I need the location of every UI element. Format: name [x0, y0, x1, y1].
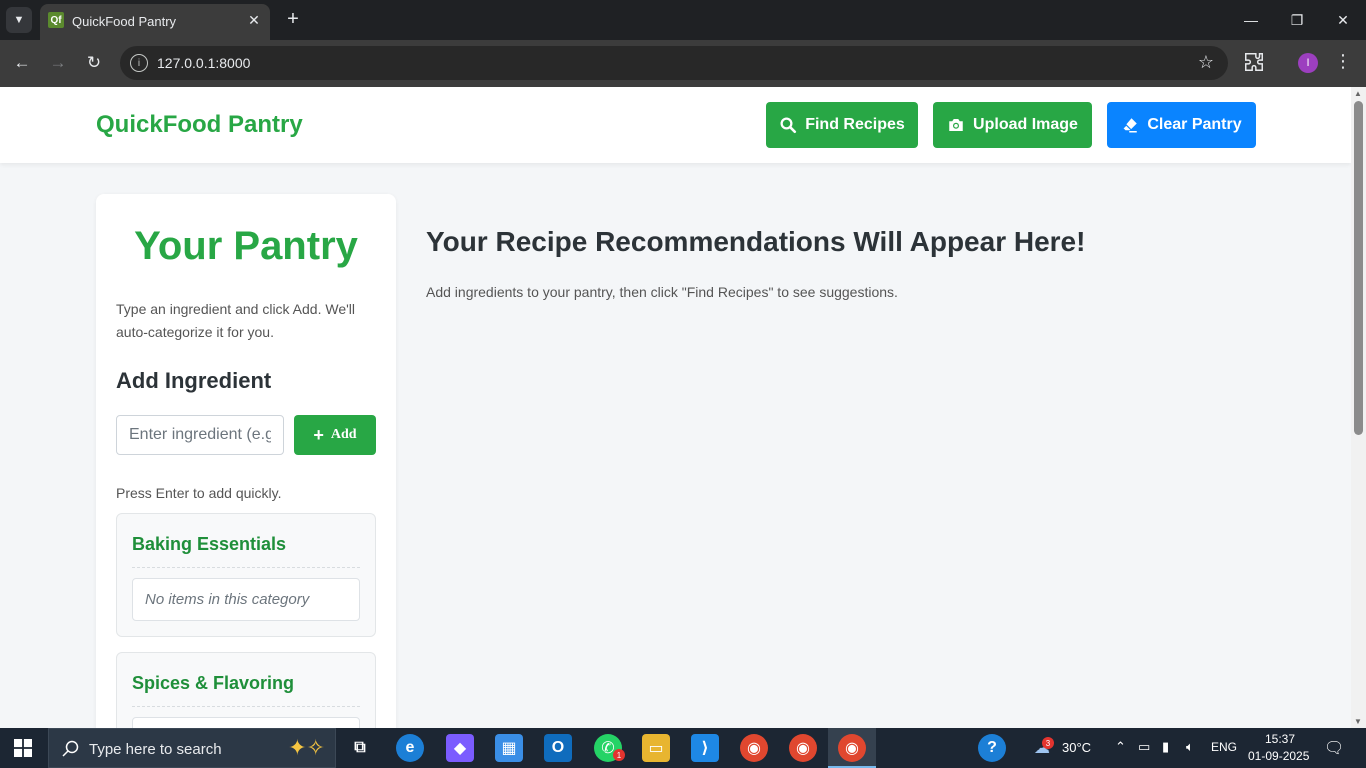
- bookmark-star-icon[interactable]: ☆: [1198, 52, 1214, 73]
- category-title: Spices & Flavoring: [132, 673, 295, 693]
- scroll-down-arrow-icon[interactable]: ▼: [1354, 717, 1362, 726]
- chrome-icon[interactable]: ◉: [789, 734, 817, 762]
- microsoft-store-icon[interactable]: ▦: [495, 734, 523, 762]
- add-button-label: Add: [330, 427, 357, 442]
- url-text[interactable]: 127.0.0.1:8000: [157, 55, 250, 71]
- tab-title: QuickFood Pantry: [72, 14, 177, 29]
- minimize-icon[interactable]: —: [1228, 0, 1274, 40]
- site-info-icon[interactable]: i: [130, 54, 148, 72]
- volume-icon[interactable]: 🔈︎: [1186, 739, 1194, 755]
- page-scrollbar[interactable]: ▲ ▼: [1351, 87, 1366, 728]
- category-card: Spices & Flavoring: [116, 652, 376, 728]
- add-ingredient-button[interactable]: + Add: [294, 415, 376, 455]
- taskbar-search-icon: [62, 740, 79, 757]
- window-close-icon[interactable]: ✕: [1320, 0, 1366, 40]
- recommendations-title: Your Recipe Recommendations Will Appear …: [426, 226, 1086, 257]
- category-empty-message: [132, 717, 360, 728]
- pantry-description: Type an ingredient and click Add. We'll …: [116, 301, 355, 340]
- category-card: Baking Essentials No items in this categ…: [116, 513, 376, 637]
- tab-close-icon[interactable]: ✕: [244, 10, 264, 30]
- camera-icon: [949, 119, 963, 131]
- category-divider: [132, 567, 360, 568]
- page-viewport: QuickFood Pantry Find Recipes Upload Ima…: [0, 87, 1351, 728]
- category-title: Baking Essentials: [132, 534, 287, 554]
- taskbar-search-box[interactable]: Type here to search ✦✧: [48, 728, 336, 768]
- reload-icon[interactable]: ↻: [81, 50, 107, 76]
- tab-search-chevron-icon[interactable]: ▼: [6, 7, 32, 33]
- eraser-icon: [1123, 118, 1138, 133]
- site-header: QuickFood Pantry Find Recipes Upload Ima…: [0, 87, 1351, 163]
- upload-image-button[interactable]: Upload Image: [933, 102, 1092, 148]
- favicon-icon: Qf: [48, 12, 64, 28]
- scrollbar-thumb[interactable]: [1354, 101, 1363, 435]
- browser-tab-bar: ▼ Qf QuickFood Pantry ✕ + — ❐ ✕: [0, 0, 1366, 40]
- taskbar-search-placeholder: Type here to search: [89, 741, 222, 758]
- clock-time[interactable]: 15:37: [1265, 732, 1295, 746]
- copilot-sparkle-icon: ✦✧: [288, 735, 325, 760]
- browser-menu-icon[interactable]: ⋮: [1334, 51, 1352, 72]
- brand-logo-text[interactable]: QuickFood Pantry: [96, 111, 303, 139]
- add-ingredient-heading: Add Ingredient: [116, 368, 272, 393]
- extensions-puzzle-icon[interactable]: [1243, 51, 1265, 73]
- weather-temperature[interactable]: 30°C: [1062, 740, 1091, 755]
- find-recipes-label: Find Recipes: [805, 116, 905, 133]
- scroll-up-arrow-icon[interactable]: ▲: [1354, 89, 1362, 98]
- windows-start-icon[interactable]: [14, 739, 32, 757]
- clear-pantry-button[interactable]: Clear Pantry: [1107, 102, 1256, 148]
- language-indicator[interactable]: ENG: [1211, 740, 1237, 754]
- windows-taskbar: Type here to search ✦✧ ⧉ e ◆ ▦ O ✆ 1 ▭ ⟩…: [0, 728, 1366, 768]
- pantry-sidebar: Your Pantry Type an ingredient and click…: [96, 194, 396, 728]
- whatsapp-badge: 1: [613, 749, 625, 761]
- back-arrow-icon[interactable]: ←: [9, 50, 35, 76]
- chrome-active-icon[interactable]: ◉: [838, 734, 866, 762]
- copilot-app-icon[interactable]: ◆: [446, 734, 474, 762]
- outlook-icon[interactable]: O: [544, 734, 572, 762]
- weather-badge: 3: [1042, 737, 1054, 749]
- file-explorer-icon[interactable]: ▭: [642, 734, 670, 762]
- recommendations-description: Add ingredients to your pantry, then cli…: [426, 284, 898, 300]
- tray-chevron-up-icon[interactable]: ⌃: [1115, 739, 1126, 755]
- new-tab-plus-icon[interactable]: +: [282, 8, 304, 30]
- address-bar[interactable]: i 127.0.0.1:8000 ☆: [120, 46, 1228, 80]
- browser-tab[interactable]: Qf QuickFood Pantry ✕: [40, 4, 270, 40]
- chrome-profile-icon[interactable]: ◉: [740, 734, 768, 762]
- enter-hint: Press Enter to add quickly.: [116, 485, 282, 501]
- search-icon: [780, 117, 797, 134]
- restore-icon[interactable]: ❐: [1274, 0, 1320, 40]
- clock-date[interactable]: 01-09-2025: [1248, 749, 1309, 763]
- vscode-icon[interactable]: ⟩: [691, 734, 719, 762]
- profile-avatar[interactable]: I: [1298, 53, 1318, 73]
- notifications-icon[interactable]: 🗨︎: [1324, 738, 1344, 758]
- help-icon[interactable]: ?: [978, 734, 1006, 762]
- task-view-icon[interactable]: ⧉: [346, 734, 374, 762]
- clear-pantry-label: Clear Pantry: [1147, 116, 1242, 133]
- ingredient-input[interactable]: [116, 415, 284, 455]
- upload-image-label: Upload Image: [973, 116, 1078, 133]
- pantry-title: Your Pantry: [134, 224, 358, 268]
- forward-arrow-icon[interactable]: →: [45, 50, 71, 76]
- network-icon[interactable]: ▭: [1138, 739, 1150, 755]
- category-empty-message: No items in this category: [132, 578, 360, 621]
- battery-icon[interactable]: ▮: [1162, 739, 1169, 755]
- edge-browser-icon[interactable]: e: [396, 734, 424, 762]
- category-divider: [132, 706, 360, 707]
- plus-icon: +: [313, 424, 324, 445]
- find-recipes-button[interactable]: Find Recipes: [766, 102, 918, 148]
- browser-toolbar: ← → ↻ i 127.0.0.1:8000 ☆ I ⋮: [0, 40, 1366, 87]
